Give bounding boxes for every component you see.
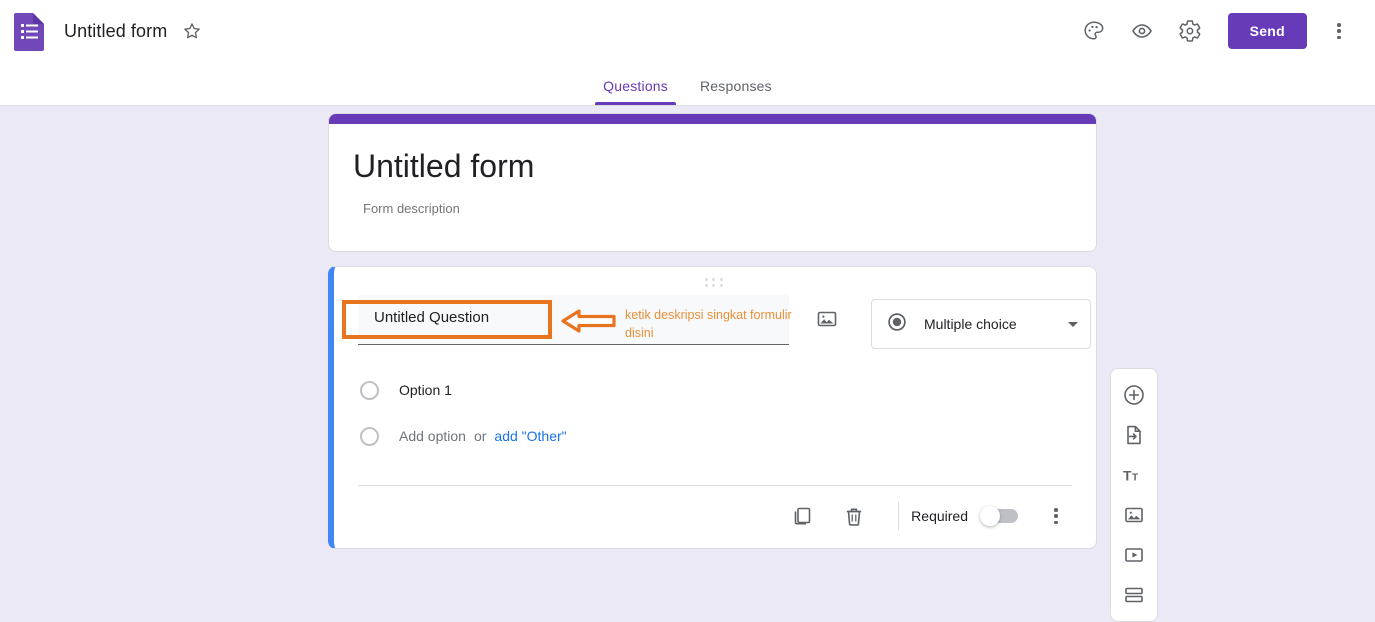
actions-divider	[898, 502, 900, 530]
question-more-dots-glyph	[1045, 505, 1067, 527]
add-option-label[interactable]: Add option	[399, 428, 466, 444]
section-icon	[1125, 587, 1143, 603]
eye-icon[interactable]	[1122, 11, 1162, 51]
tab-questions[interactable]: Questions	[587, 78, 684, 105]
form-header-body: Untitled form	[329, 124, 1096, 251]
required-label: Required	[911, 508, 968, 524]
add-other-link[interactable]: add "Other"	[494, 428, 566, 444]
svg-text:T: T	[1123, 468, 1132, 484]
form-description-input[interactable]	[353, 192, 559, 225]
option-radio-icon	[360, 380, 379, 400]
svg-text:T: T	[1132, 473, 1138, 484]
form-editor-canvas: Untitled form Untitled Question	[0, 106, 1375, 622]
tab-responses[interactable]: Responses	[684, 78, 788, 105]
document-title[interactable]: Untitled form	[64, 21, 167, 42]
image-icon	[1125, 507, 1143, 523]
radio-button-icon	[886, 311, 908, 338]
plus-circle-icon	[1124, 385, 1144, 405]
option-list: Option 1 Add option or add "Other"	[334, 349, 1096, 459]
more-dots-glyph	[1328, 20, 1350, 42]
add-image-button[interactable]	[1114, 495, 1154, 535]
chevron-down-icon	[1068, 321, 1078, 327]
add-video-button[interactable]	[1114, 535, 1154, 575]
palette-icon[interactable]	[1074, 11, 1114, 51]
question-type-select[interactable]: Multiple choice	[871, 299, 1091, 349]
left-arrow-icon	[561, 308, 617, 334]
title-text-icon: T T	[1123, 468, 1138, 484]
top-app-bar: Untitled form Send	[0, 0, 1375, 62]
trash-icon[interactable]	[842, 504, 866, 528]
add-title-description-button[interactable]: T T	[1114, 455, 1154, 495]
add-item-toolbar: T T	[1110, 368, 1158, 622]
question-more-icon[interactable]	[1036, 496, 1076, 536]
question-type-label: Multiple choice	[924, 316, 1017, 332]
toggle-knob	[980, 506, 1000, 526]
google-forms-icon[interactable]	[12, 11, 48, 51]
insert-image-icon[interactable]	[815, 307, 839, 331]
add-question-button[interactable]	[1114, 375, 1154, 415]
import-file-icon	[1127, 425, 1141, 445]
star-outline-icon[interactable]	[181, 20, 203, 42]
form-title-input[interactable]: Untitled form	[353, 146, 1072, 186]
more-vertical-icon[interactable]	[1319, 11, 1359, 51]
gear-icon[interactable]	[1170, 11, 1210, 51]
option-label[interactable]: Option 1	[399, 382, 452, 398]
drag-handle-dots-icon[interactable]	[705, 278, 725, 288]
add-section-button[interactable]	[1114, 575, 1154, 615]
required-toggle[interactable]	[980, 506, 1018, 526]
option-row[interactable]: Option 1	[358, 367, 1072, 413]
annotation-text: ketik deskripsi singkat formulir disini	[625, 308, 792, 340]
tab-bar: Questions Responses	[0, 62, 1375, 106]
import-questions-button[interactable]	[1114, 415, 1154, 455]
form-theme-stripe	[329, 114, 1096, 124]
duplicate-icon[interactable]	[790, 504, 814, 528]
question-actions-row: Required	[334, 486, 1096, 548]
add-option-row[interactable]: Add option or add "Other"	[358, 413, 1072, 459]
send-button[interactable]: Send	[1227, 13, 1307, 49]
add-option-radio-icon	[360, 426, 379, 446]
form-description-wrap	[353, 192, 559, 225]
or-label: or	[473, 428, 487, 444]
video-icon	[1125, 548, 1143, 562]
form-header-card: Untitled form	[328, 113, 1097, 252]
